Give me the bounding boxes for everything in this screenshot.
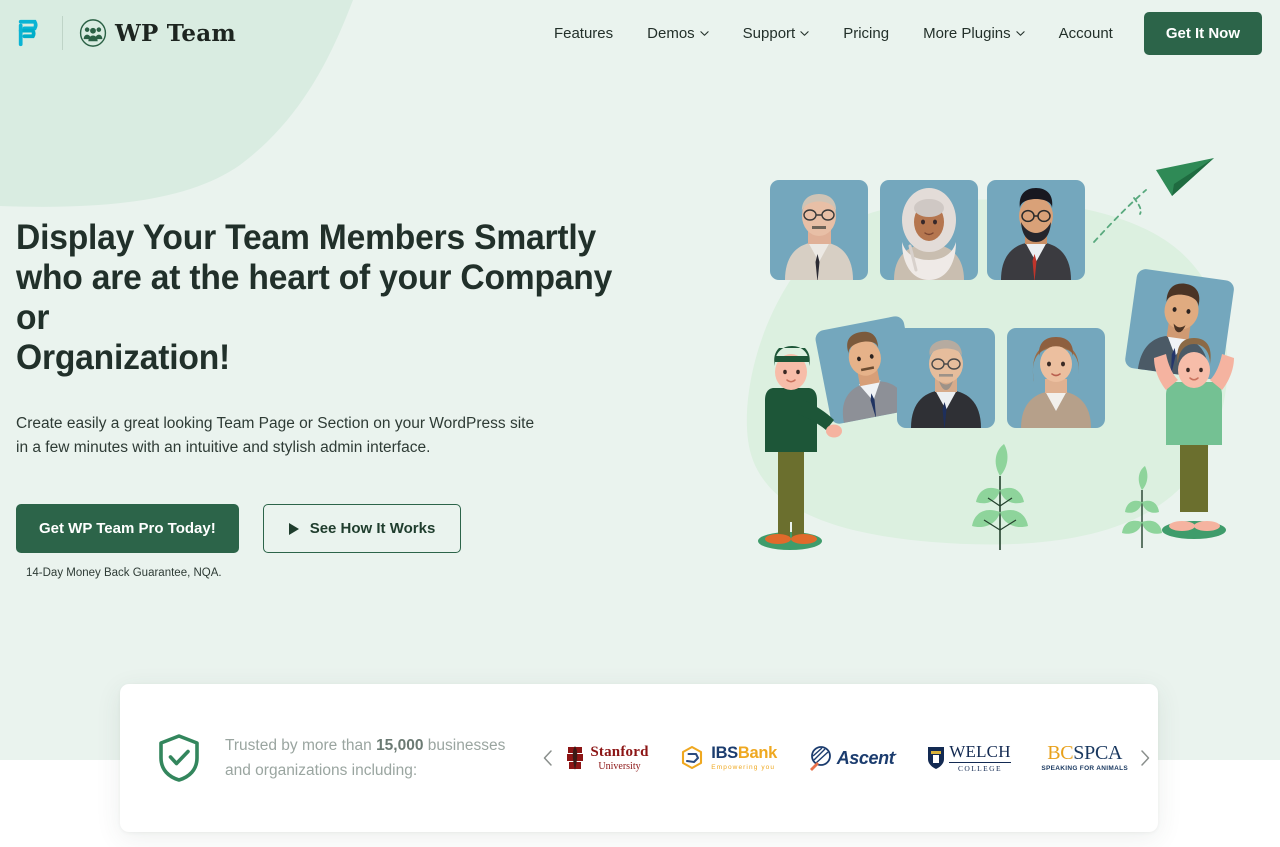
money-back-guarantee-note: 14-Day Money Back Guarantee, NQA. <box>26 567 222 579</box>
logo-bcspca[interactable]: BCSPCA SPEAKING FOR ANIMALS <box>1041 743 1128 773</box>
pressmaximum-p-logo-icon <box>18 19 38 47</box>
nav-item-account[interactable]: Account <box>1042 13 1130 53</box>
hero-content: Display Your Team Members Smartly who ar… <box>16 218 676 579</box>
team-card-1 <box>770 180 868 280</box>
welch-line-2: COLLEGE <box>949 762 1011 773</box>
headline-line-2: who are at the heart of your Company or <box>16 258 613 337</box>
trusted-by-text: Trusted by more than 15,000 businesses a… <box>225 733 505 783</box>
trusted-suffix: businesses <box>423 737 506 754</box>
see-how-it-works-label: See How It Works <box>309 520 436 537</box>
trusted-by-card: Trusted by more than 15,000 businesses a… <box>120 684 1158 832</box>
bcspca-part-2: SPCA <box>1073 742 1123 765</box>
bcspca-part-1: BC <box>1047 742 1074 765</box>
nav-label: Demos <box>647 24 695 42</box>
ibsbank-part-2: Bank <box>737 744 778 762</box>
nav-label: More Plugins <box>923 24 1011 42</box>
headline-line-1: Display Your Team Members Smartly <box>16 218 597 257</box>
trusted-line-2: and organizations including: <box>225 762 418 779</box>
nav-item-demos[interactable]: Demos <box>630 13 726 53</box>
logo-carousel: Stanford University IBSBank Empowering y… <box>535 743 1158 773</box>
trusted-prefix: Trusted by more than <box>225 737 377 754</box>
nav-item-more-plugins[interactable]: More Plugins <box>906 13 1042 53</box>
carousel-prev-button[interactable] <box>535 745 561 771</box>
get-it-now-button[interactable]: Get It Now <box>1143 11 1262 55</box>
logo-stanford-university[interactable]: Stanford University <box>565 743 648 773</box>
welch-shield-icon <box>928 747 945 769</box>
see-how-it-works-button[interactable]: See How It Works <box>262 504 462 553</box>
nav-item-pricing[interactable]: Pricing <box>826 13 906 53</box>
logo-ascent[interactable]: Ascent· <box>808 745 897 771</box>
stanford-tree-icon <box>567 746 584 770</box>
team-card-2 <box>880 180 978 280</box>
nav-label: Features <box>553 24 614 42</box>
ibsbank-hexagon-icon <box>682 745 703 770</box>
chevron-right-icon <box>1141 750 1150 766</box>
paper-plane-icon <box>1156 158 1214 196</box>
hero-subheading: Create easily a great looking Team Page … <box>16 412 546 460</box>
site-header: WP Team Features Demos Support Pricing M… <box>0 0 1280 66</box>
team-card-3 <box>987 180 1085 280</box>
bcspca-tagline: SPEAKING FOR ANIMALS <box>1041 765 1128 773</box>
nav-label: Account <box>1058 24 1113 42</box>
logo-ibsbank[interactable]: IBSBank Empowering you <box>679 745 777 771</box>
team-people-circle-icon <box>79 19 107 47</box>
play-triangle-icon <box>288 522 299 535</box>
ascent-wordmark: Ascent <box>836 747 895 768</box>
nav-item-features[interactable]: Features <box>537 13 630 53</box>
ibsbank-part-1: IBS <box>711 744 738 762</box>
ascent-mark: · <box>894 749 897 759</box>
headline-line-3: Organization! <box>16 338 231 377</box>
team-card-6 <box>897 328 995 428</box>
brand-name: WP Team <box>115 19 236 47</box>
trusted-count: 15,000 <box>376 737 424 754</box>
chevron-left-icon <box>544 750 553 766</box>
stanford-line-2: University <box>598 760 641 772</box>
chevron-down-icon <box>700 30 709 36</box>
team-card-7 <box>1007 328 1105 428</box>
logo-track: Stanford University IBSBank Empowering y… <box>561 743 1132 773</box>
ascent-swirl-icon <box>809 746 831 771</box>
subhead-line-1: Create easily a great looking Team Page … <box>16 415 535 432</box>
stanford-line-1: Stanford <box>590 743 649 760</box>
brand-logo[interactable]: WP Team <box>16 16 236 50</box>
figure-right-person <box>1154 338 1234 539</box>
nav-label: Support <box>742 24 796 42</box>
hero-button-group: Get WP Team Pro Today! See How It Works <box>16 504 676 553</box>
carousel-next-button[interactable] <box>1132 745 1158 771</box>
nav-label: Pricing <box>843 24 890 42</box>
page-title: Display Your Team Members Smartly who ar… <box>16 218 650 378</box>
nav-item-support[interactable]: Support <box>726 13 827 53</box>
logo-welch-college[interactable]: WELCH COLLEGE <box>927 742 1011 773</box>
subhead-line-2: in a few minutes with an intuitive and s… <box>16 439 431 456</box>
brand-divider <box>62 16 63 50</box>
ibsbank-tagline: Empowering you <box>711 763 776 771</box>
team-members-grid-illustration <box>746 158 1234 551</box>
welch-line-1: WELCH <box>949 742 1011 762</box>
chevron-down-icon <box>800 30 809 36</box>
get-wp-team-pro-button[interactable]: Get WP Team Pro Today! <box>16 504 239 553</box>
main-navigation: Features Demos Support Pricing More Plug… <box>537 11 1262 55</box>
chevron-down-icon <box>1015 30 1025 36</box>
shield-check-icon <box>159 734 199 782</box>
